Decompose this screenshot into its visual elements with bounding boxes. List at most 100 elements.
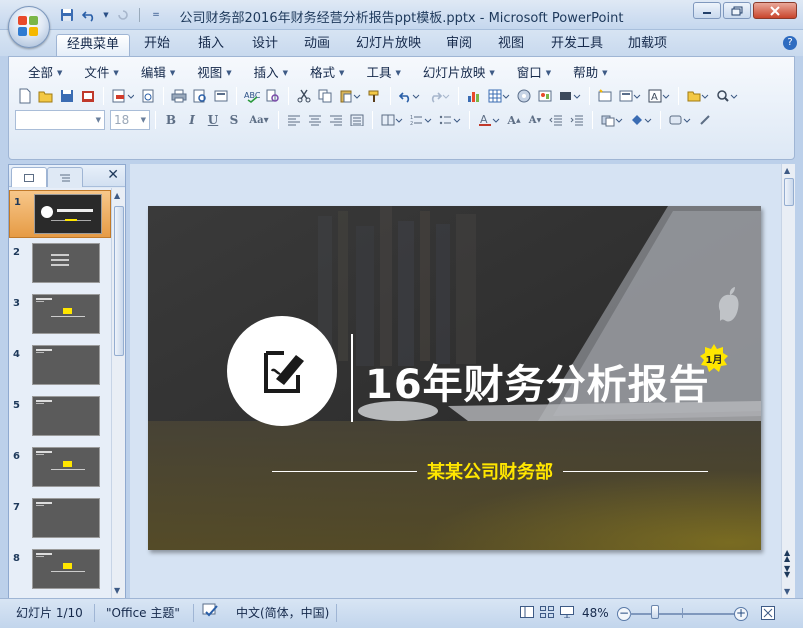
tab-slides[interactable] [11,167,47,187]
folder-browse-icon[interactable] [684,86,712,106]
menu-file[interactable]: 文件 ▼ [73,63,129,83]
align-right-icon[interactable] [326,110,346,130]
paste-icon[interactable] [336,86,364,106]
decrease-indent-icon[interactable] [546,110,566,130]
shape-effects-icon[interactable] [627,110,655,130]
tab-addins[interactable]: 加载项 [618,34,677,56]
menu-insert[interactable]: 插入 ▼ [243,63,299,83]
zoom-level[interactable]: 48% [582,603,609,623]
insert-table-icon[interactable] [485,86,513,106]
scrollbar-thumb[interactable] [784,178,794,206]
change-case-icon[interactable]: Aa▾ [245,110,273,130]
shrink-font-icon[interactable]: A ▼ [525,110,545,130]
tab-insert[interactable]: 插入 [188,34,234,56]
slide-thumbnail-7[interactable]: 7 [9,496,111,544]
normal-view-icon[interactable] [517,603,537,621]
font-size-combo[interactable]: 18 ▼ [110,110,150,130]
align-left-icon[interactable] [284,110,304,130]
menu-format[interactable]: 格式 ▼ [299,63,355,83]
thumbnails-scrollbar[interactable]: ▲ ▼ [111,188,125,598]
scroll-up-icon[interactable]: ▲ [114,191,120,200]
slide-thumbnail-5[interactable]: 5 [9,394,111,442]
justify-icon[interactable] [347,110,367,130]
insert-chart-icon[interactable] [464,86,484,106]
slide-thumbnail-6[interactable]: 6 [9,445,111,493]
spelling-icon[interactable]: ABC [242,86,262,106]
redo-icon[interactable] [425,86,453,106]
menu-edit[interactable]: 编辑 ▼ [130,63,186,83]
tab-classic-menu[interactable]: 经典菜单 [56,34,131,56]
align-center-icon[interactable] [305,110,325,130]
menu-help[interactable]: 帮助 ▼ [562,63,618,83]
zoom-slider-knob[interactable] [651,605,659,619]
slide-title[interactable]: 16年财务分析报告 [365,352,710,410]
format-painter-icon[interactable] [365,86,385,106]
scroll-down-icon[interactable]: ▼ [784,587,790,596]
font-name-combo[interactable]: ▼ [15,110,105,130]
zoom-out-icon[interactable]: − [617,607,631,621]
menu-view[interactable]: 视图 ▼ [186,63,242,83]
open-folder-icon[interactable] [36,86,56,106]
scroll-down-icon[interactable]: ▼ [114,586,120,595]
slide-thumbnail-3[interactable]: 3 [9,292,111,340]
research-icon[interactable] [263,86,283,106]
minimize-button[interactable] [693,2,721,19]
menu-window[interactable]: 窗口 ▼ [506,63,562,83]
save-icon[interactable] [57,86,77,106]
menu-tools[interactable]: 工具 ▼ [355,63,411,83]
input-language[interactable]: 中文(简体，中国) [236,603,329,623]
previous-slide-icon[interactable]: ▲ ▲ [784,549,790,563]
underline-icon[interactable]: U [203,110,223,130]
insert-picture-icon[interactable] [535,86,555,106]
slide-scrollbar[interactable]: ▲ ▲ ▲ ▼ ▼ ▼ [781,164,795,598]
office-button[interactable] [8,6,50,48]
shadow-icon[interactable]: S [224,110,244,130]
text-box-icon[interactable]: A [645,86,673,106]
columns-icon[interactable] [378,110,406,130]
slide-thumbnail-8[interactable]: 8 [9,547,111,595]
help-icon[interactable]: ? [783,36,797,50]
slide-sorter-icon[interactable] [537,603,557,621]
menu-all[interactable]: 全部 ▼ [17,63,73,83]
print-icon[interactable] [169,86,189,106]
increase-indent-icon[interactable] [567,110,587,130]
zoom-in-icon[interactable]: + [734,607,748,621]
close-button[interactable] [753,2,797,19]
tab-outline[interactable] [47,167,83,187]
copy-icon[interactable] [315,86,335,106]
bold-icon[interactable]: B [161,110,181,130]
italic-icon[interactable]: I [182,110,202,130]
font-color-icon[interactable]: A [475,110,503,130]
new-document-icon[interactable] [15,86,35,106]
print-preview-icon[interactable] [190,86,210,106]
tab-design[interactable]: 设计 [242,34,288,56]
tab-review[interactable]: 审阅 [436,34,482,56]
insert-clipart-icon[interactable] [514,86,534,106]
layout-icon[interactable] [616,86,644,106]
spell-check-icon[interactable] [202,603,220,623]
shape-outline-icon[interactable] [695,110,715,130]
slide-layout-icon[interactable] [211,86,231,106]
slide-subtitle[interactable]: 某某公司财务部 [417,458,563,484]
restore-button[interactable] [723,2,751,19]
tab-slide-show[interactable]: 幻灯片放映 [346,34,431,56]
attachment-icon[interactable] [138,86,158,106]
undo-icon[interactable] [396,86,424,106]
grow-font-icon[interactable]: A ▲ [504,110,524,130]
arrange-icon[interactable] [598,110,626,130]
slide-thumbnail-2[interactable]: 2 [9,241,111,289]
slide-show-icon[interactable] [557,603,577,621]
shape-fill-icon[interactable] [666,110,694,130]
close-pane-icon[interactable]: ✕ [107,167,119,183]
menu-slide-show[interactable]: 幻灯片放映 ▼ [412,63,506,83]
numbering-icon[interactable]: 12 [407,110,435,130]
bullets-icon[interactable] [436,110,464,130]
new-slide-icon[interactable] [595,86,615,106]
next-slide-icon[interactable]: ▼ ▼ [784,565,790,579]
current-slide[interactable]: 16年财务分析报告 1月 某某公司财务部 [148,206,761,550]
scrollbar-thumb[interactable] [114,206,124,356]
insert-shape-icon[interactable] [556,86,584,106]
tab-home[interactable]: 开始 [134,34,180,56]
tab-developer[interactable]: 开发工具 [541,34,613,56]
scroll-up-icon[interactable]: ▲ [784,166,790,175]
